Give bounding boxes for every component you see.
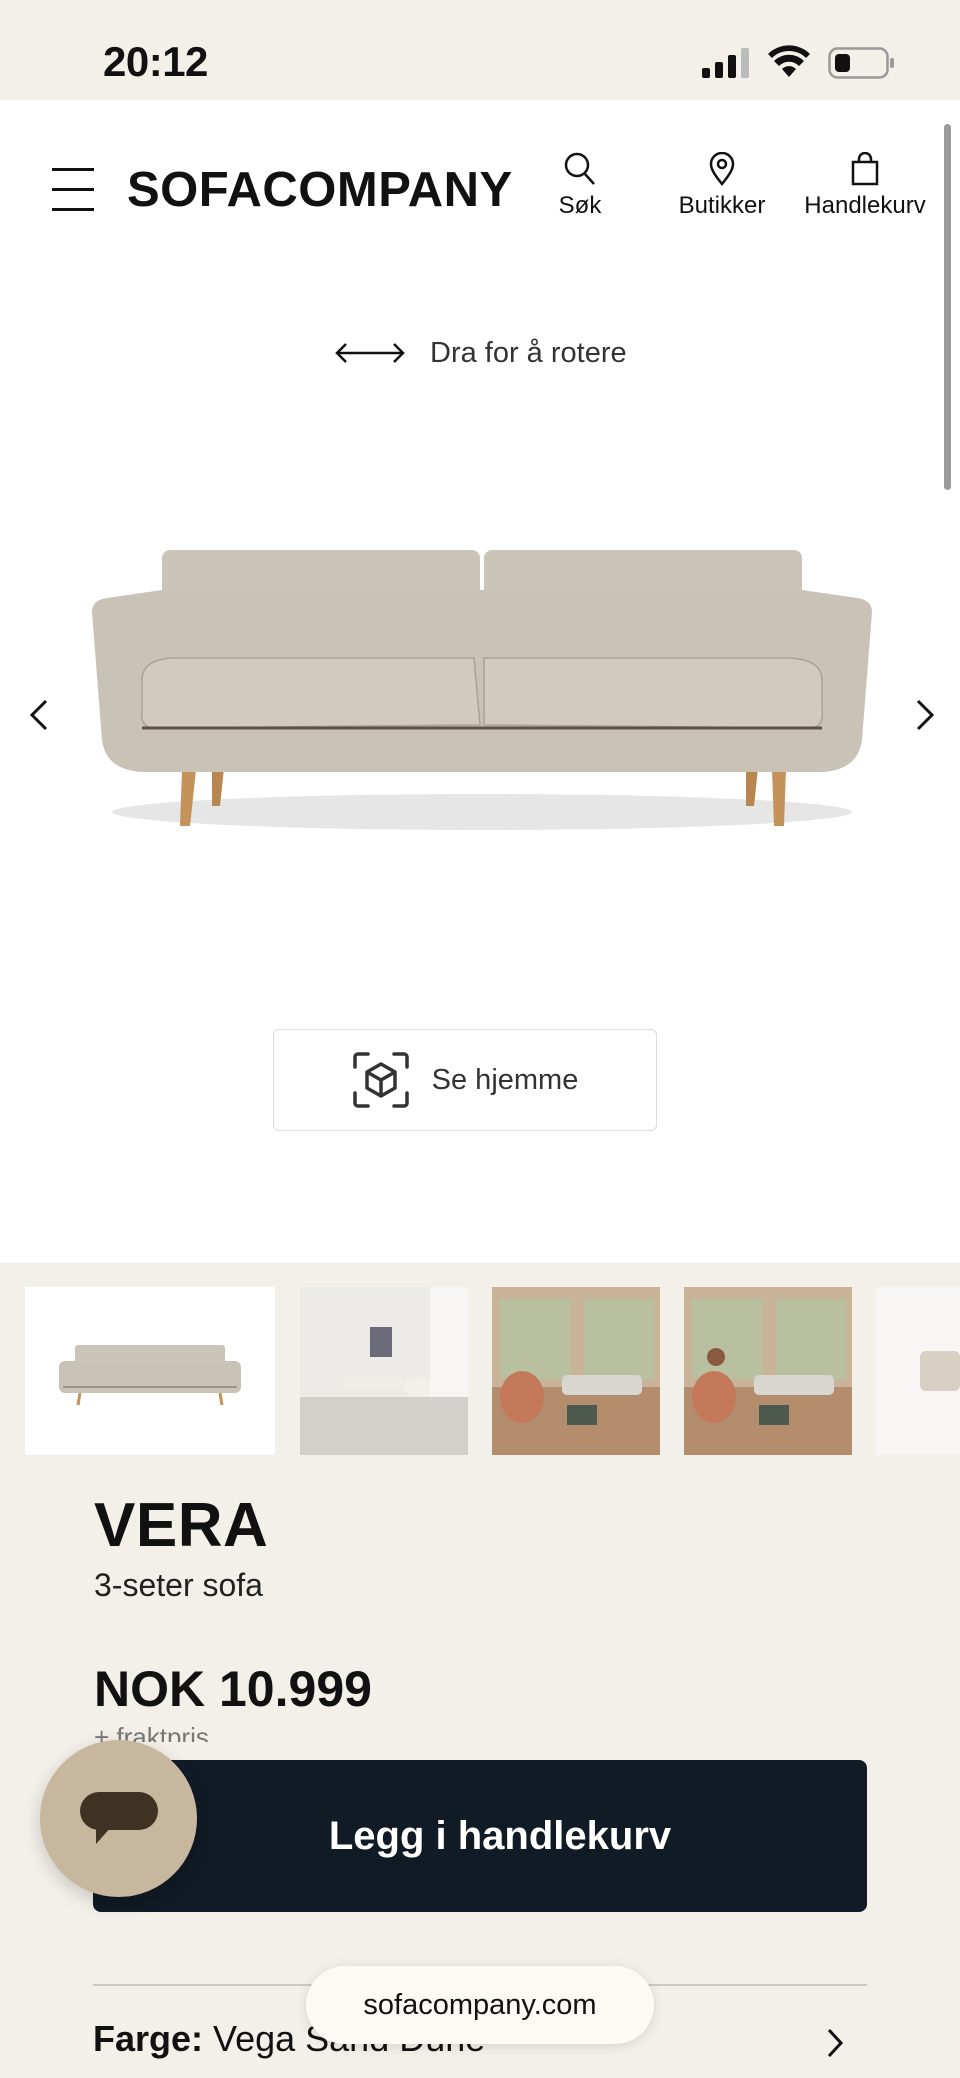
product-price: NOK 10.999 [94, 1661, 372, 1717]
status-bar: 20:12 [0, 0, 960, 100]
chat-bubble-icon [80, 1792, 158, 1844]
site-logo[interactable]: SOFACOMPANY [127, 162, 513, 218]
nav-stores[interactable]: Butikker [670, 152, 774, 220]
product-subtitle: 3-seter sofa [94, 1567, 263, 1603]
product-3d-viewer[interactable]: Dra for å rotere Se hjemme [0, 275, 960, 1263]
browser-url: sofacompany.com [363, 1988, 597, 2021]
thumbnail-4[interactable] [684, 1287, 852, 1455]
shopping-bag-icon [851, 152, 879, 186]
signal-icon [702, 48, 749, 78]
chevron-right-icon [827, 2028, 844, 2058]
room-scene-thumbnail [300, 1287, 468, 1455]
image-thumbnails [0, 1263, 960, 1463]
sofa-thumbnail [59, 1345, 241, 1406]
battery-icon [828, 47, 894, 79]
add-to-cart-label: Legg i handlekurv [328, 1813, 672, 1858]
wifi-icon [768, 45, 810, 77]
living-room-person-thumbnail [684, 1287, 852, 1455]
rotate-hint: Dra for å rotere [334, 333, 627, 373]
view-in-home-button[interactable]: Se hjemme [273, 1029, 657, 1131]
thumbnail-3[interactable] [492, 1287, 660, 1455]
nav-stores-label: Butikker [678, 192, 766, 219]
rotate-hint-label: Dra for å rotere [430, 336, 627, 369]
add-to-cart-button[interactable]: Legg i handlekurv [93, 1760, 867, 1912]
ar-cube-icon [352, 1052, 409, 1108]
thumbnail-2[interactable] [300, 1287, 468, 1455]
product-info: VERA 3-seter sofa [94, 1490, 874, 1604]
browser-url-bar[interactable]: sofacompany.com [306, 1966, 654, 2044]
color-label: Farge: [93, 2018, 204, 2059]
nav-cart[interactable]: Handlekurv [796, 152, 934, 220]
status-time: 20:12 [103, 38, 208, 85]
view-in-home-label: Se hjemme [431, 1063, 579, 1096]
previous-image-button[interactable] [20, 693, 60, 737]
next-image-button[interactable] [904, 693, 944, 737]
thumbnail-1[interactable] [25, 1287, 275, 1455]
living-room-thumbnail [492, 1287, 660, 1455]
search-icon [564, 152, 595, 185]
nav-search-label: Søk [558, 192, 602, 219]
sofa-side-thumbnail [920, 1351, 960, 1391]
chat-button[interactable] [40, 1740, 197, 1897]
chevron-left-icon [29, 699, 48, 731]
nav-cart-label: Handlekurv [804, 192, 926, 219]
product-name: VERA [94, 1491, 269, 1560]
freight-note: + fraktpris [94, 1722, 209, 1742]
chevron-right-icon [916, 699, 935, 731]
nav-search[interactable]: Søk [550, 152, 610, 220]
scrollbar[interactable] [944, 124, 951, 490]
site-header: SOFACOMPANY Søk Butikker Handlekurv [0, 100, 960, 275]
sofa-3d-model [92, 550, 872, 830]
location-pin-icon [709, 152, 735, 186]
horizontal-arrows-icon [335, 343, 405, 363]
thumbnail-5[interactable] [876, 1287, 960, 1455]
menu-icon[interactable] [52, 168, 94, 212]
